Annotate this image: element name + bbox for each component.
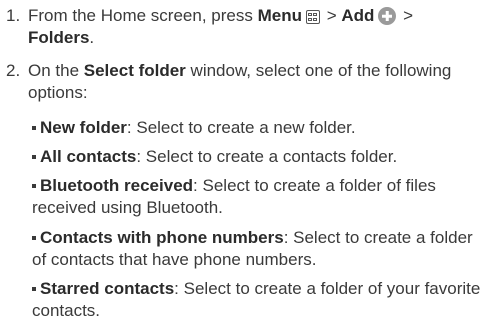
option-label: Starred contacts: [40, 279, 175, 298]
option-label: New folder: [40, 118, 127, 137]
option-label: All contacts: [40, 147, 137, 166]
bullet-icon: [32, 126, 36, 130]
select-folder-label: Select folder: [83, 61, 186, 80]
menu-grid-icon: [305, 10, 320, 24]
option-contacts-with-phone-numbers: Contacts with phone numbers: Select to c…: [32, 227, 484, 271]
bullet-icon: [32, 184, 36, 188]
instruction-page: 1. From the Home screen, press Menu > Ad…: [0, 0, 487, 335]
step-text: On the: [28, 61, 84, 80]
option-bluetooth-received: Bluetooth received: Select to create a f…: [32, 175, 484, 219]
step-text: From the Home screen, press: [28, 6, 258, 25]
step-number: 2.: [6, 61, 21, 80]
option-all-contacts: All contacts: Select to create a contact…: [32, 146, 484, 168]
bullet-icon: [32, 236, 36, 240]
add-label: Add: [341, 6, 375, 25]
separator: >: [398, 6, 414, 25]
add-plus-icon: [378, 7, 397, 25]
option-desc: : Select to create a contacts folder.: [136, 147, 398, 166]
step-1: 1. From the Home screen, press Menu > Ad…: [6, 5, 482, 49]
step-number: 1.: [6, 6, 21, 25]
option-new-folder: New folder: Select to create a new folde…: [32, 117, 484, 139]
option-starred-contacts: Starred contacts: Select to create a fol…: [32, 278, 484, 322]
option-label: Contacts with phone numbers: [40, 228, 284, 247]
bullet-icon: [32, 155, 36, 159]
folders-label: Folders: [28, 28, 90, 47]
period: .: [89, 28, 95, 47]
option-desc: : Select to create a new folder.: [126, 118, 356, 137]
step-2: 2. On the Select folder window, select o…: [6, 60, 482, 104]
separator: >: [321, 6, 342, 25]
option-label: Bluetooth received: [40, 176, 194, 195]
menu-label: Menu: [257, 6, 302, 25]
bullet-icon: [32, 287, 36, 291]
